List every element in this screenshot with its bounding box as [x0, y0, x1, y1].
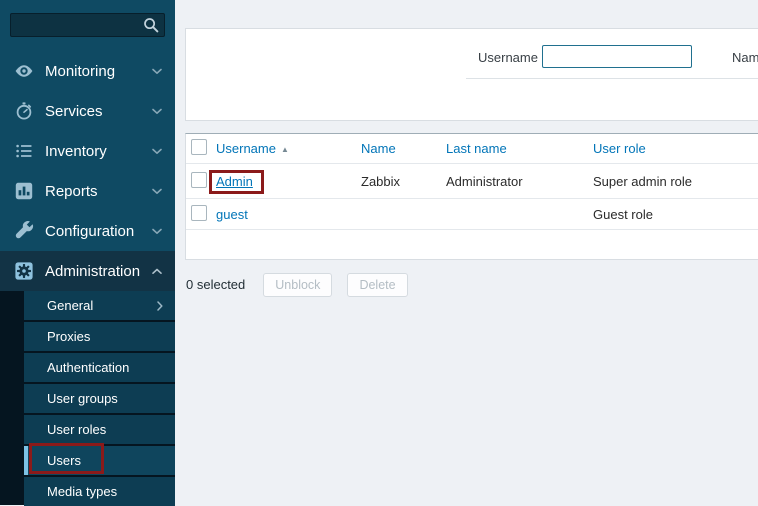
search-input[interactable] [10, 13, 165, 37]
user-link-guest[interactable]: guest [216, 207, 248, 222]
submenu-item-label: User roles [47, 422, 163, 437]
gear-icon [14, 261, 34, 281]
stopwatch-icon [14, 101, 34, 121]
table-header-row: Username ▲ Name Last name User role [186, 134, 758, 164]
filter-name-label: Name [732, 50, 758, 65]
column-header-user-role[interactable]: User role [593, 141, 646, 156]
main-content: Username Name Username ▲ Name Last name U… [175, 0, 758, 505]
sidebar-item-label: Inventory [45, 143, 152, 160]
sidebar-item-administration[interactable]: Administration [0, 251, 175, 291]
filter-divider [466, 78, 758, 79]
sidebar-item-monitoring[interactable]: Monitoring [0, 51, 175, 91]
search-icon [143, 17, 159, 33]
administration-submenu: General Proxies Authentication User grou… [0, 291, 175, 505]
column-header-username[interactable]: Username [216, 141, 276, 156]
user-link-admin[interactable]: Admin [216, 174, 253, 189]
sort-asc-icon: ▲ [281, 145, 289, 154]
sidebar-item-label: Reports [45, 183, 152, 200]
submenu-item-label: General [47, 298, 157, 313]
row-checkbox[interactable] [191, 172, 207, 188]
submenu-item-proxies[interactable]: Proxies [24, 322, 175, 351]
cell-user-role: Super admin role [593, 174, 758, 189]
filter-panel: Username Name [185, 28, 758, 121]
sidebar-item-label: Services [45, 103, 152, 120]
submenu-item-media-types[interactable]: Media types [24, 477, 175, 506]
column-header-name[interactable]: Name [361, 141, 396, 156]
column-header-last-name[interactable]: Last name [446, 141, 507, 156]
submenu-item-label: User groups [47, 391, 163, 406]
chevron-up-icon [152, 268, 162, 275]
sidebar-item-label: Administration [45, 263, 152, 280]
submenu-item-users[interactable]: Users [24, 446, 175, 475]
list-icon [14, 141, 34, 161]
sidebar-item-reports[interactable]: Reports [0, 171, 175, 211]
selected-count: 0 selected [186, 277, 245, 292]
action-bar: 0 selected Unblock Delete [186, 272, 423, 297]
sidebar-menu: Monitoring Services [0, 51, 175, 291]
filter-username-input[interactable] [542, 45, 692, 68]
select-all-checkbox[interactable] [191, 139, 207, 155]
cell-user-role: Guest role [593, 207, 758, 222]
submenu-item-label: Users [47, 453, 163, 468]
sidebar-search [10, 13, 165, 37]
table-row: Admin Zabbix Administrator Super admin r… [186, 164, 758, 199]
cell-name: Zabbix [361, 174, 446, 189]
cell-last-name: Administrator [446, 174, 593, 189]
chevron-down-icon [152, 108, 162, 115]
wrench-icon [14, 221, 34, 241]
table-row: guest Guest role [186, 199, 758, 230]
submenu-item-label: Authentication [47, 360, 163, 375]
row-checkbox[interactable] [191, 205, 207, 221]
chevron-down-icon [152, 68, 162, 75]
delete-button[interactable]: Delete [347, 273, 407, 297]
submenu-item-authentication[interactable]: Authentication [24, 353, 175, 382]
users-table: Username ▲ Name Last name User role Admin… [185, 133, 758, 260]
chevron-right-icon [157, 301, 163, 311]
unblock-button[interactable]: Unblock [263, 273, 332, 297]
eye-icon [14, 61, 34, 81]
bar-chart-icon [14, 181, 34, 201]
sidebar-item-inventory[interactable]: Inventory [0, 131, 175, 171]
chevron-down-icon [152, 188, 162, 195]
submenu-item-general[interactable]: General [24, 291, 175, 320]
sidebar-item-label: Configuration [45, 223, 152, 240]
sidebar-item-configuration[interactable]: Configuration [0, 211, 175, 251]
chevron-down-icon [152, 148, 162, 155]
submenu-item-label: Proxies [47, 329, 163, 344]
submenu-item-user-roles[interactable]: User roles [24, 415, 175, 444]
sidebar: Monitoring Services [0, 0, 175, 505]
chevron-down-icon [152, 228, 162, 235]
filter-username-label: Username [478, 50, 538, 65]
submenu-item-user-groups[interactable]: User groups [24, 384, 175, 413]
submenu-item-label: Media types [47, 484, 163, 499]
sidebar-item-services[interactable]: Services [0, 91, 175, 131]
sidebar-item-label: Monitoring [45, 63, 152, 80]
